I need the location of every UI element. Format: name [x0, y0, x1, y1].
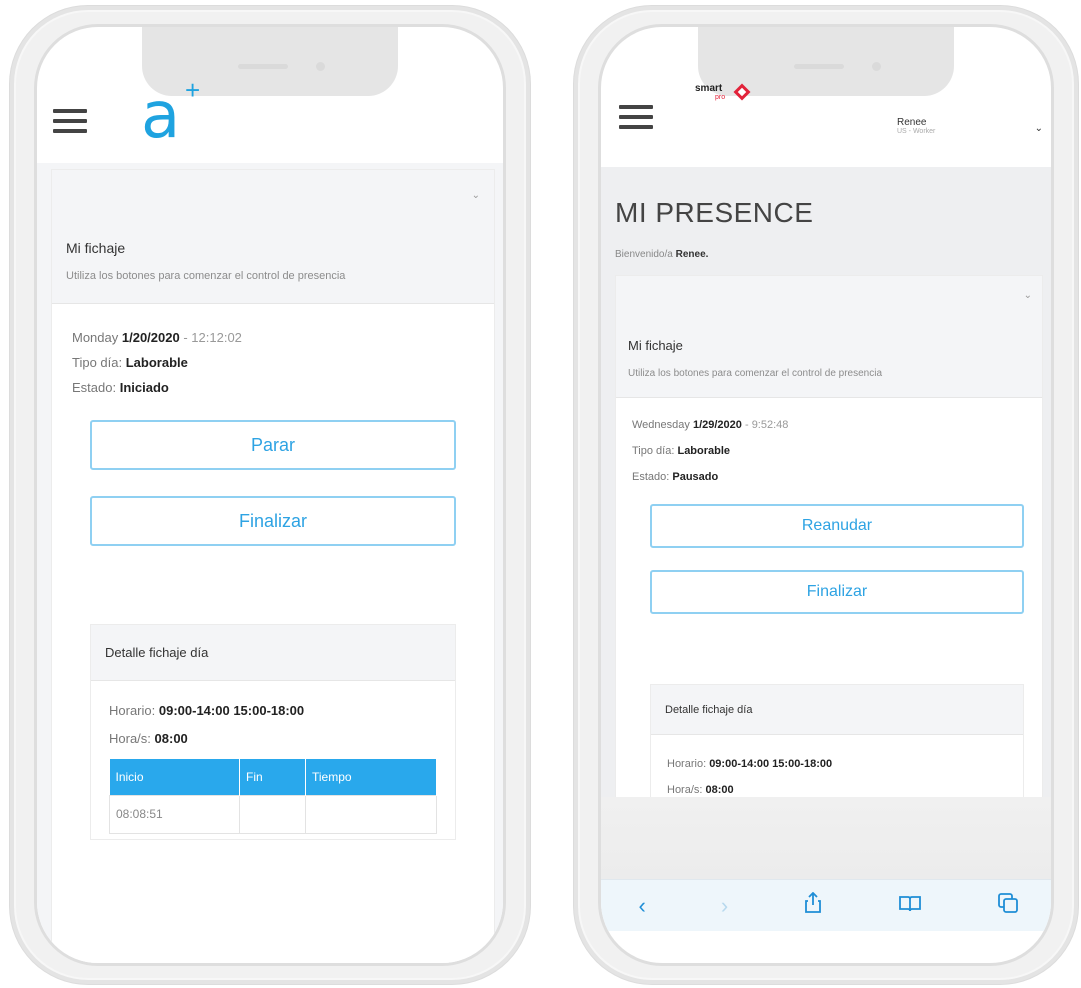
card-subtitle: Utiliza los botones para comenzar el con… — [66, 270, 346, 282]
date-value: 1/29/2020 — [692, 419, 742, 431]
table-row: 08:08:51 — [109, 794, 437, 834]
horario-value: 09:00-14:00 15:00-18:00 — [158, 703, 305, 718]
welcome-text: Bienvenido/a — [615, 249, 673, 260]
fichaje-card-header: ⌄ Mi fichaje Utiliza los botones para co… — [52, 170, 494, 304]
brand-mark-icon — [733, 83, 751, 101]
safari-toolbar: ‹ › — [601, 879, 1051, 931]
card-title: Mi fichaje — [66, 240, 126, 256]
estado-line: Estado: Pausado — [632, 464, 788, 490]
horas-value: 08:00 — [705, 784, 734, 796]
logo-plus: + — [185, 75, 201, 105]
welcome-name: Renee. — [675, 249, 709, 260]
detail-info: Horario: 09:00-14:00 15:00-18:00 Hora/s:… — [109, 697, 304, 753]
horario-value: 09:00-14:00 15:00-18:00 — [709, 758, 833, 770]
horario-line: Horario: 09:00-14:00 15:00-18:00 — [667, 751, 832, 777]
table-cell — [239, 794, 306, 834]
table-header-fin: Fin — [239, 759, 306, 795]
fichaje-card: ⌄ Mi fichaje Utiliza los botones para co… — [51, 169, 495, 963]
day-name: Monday — [72, 330, 119, 345]
user-role: US - Worker — [897, 128, 936, 135]
table-cell — [305, 794, 437, 834]
brand-logo: smart pro — [695, 83, 765, 113]
camera — [872, 62, 881, 71]
time-value: 9:52:48 — [751, 419, 789, 431]
tipo-label: Tipo día: — [72, 355, 123, 370]
stop-button[interactable]: Parar — [90, 420, 456, 470]
horas-label: Hora/s: — [667, 784, 703, 796]
finish-button[interactable]: Finalizar — [90, 496, 456, 546]
horario-label: Horario: — [109, 703, 156, 718]
detail-title: Detalle fichaje día — [651, 685, 1023, 735]
estado-line: Estado: Iniciado — [72, 375, 242, 400]
share-icon[interactable] — [803, 891, 823, 920]
time-value: 12:12:02 — [191, 330, 242, 345]
user-name: Renee — [897, 117, 927, 128]
chevron-down-icon[interactable]: ⌄ — [1035, 123, 1043, 134]
horario-label: Horario: — [667, 758, 707, 770]
table-cell: 08:08:51 — [109, 794, 240, 834]
horas-value: 08:00 — [154, 731, 188, 746]
detail-card: Detalle fichaje día Horario: 09:00-14:00… — [90, 624, 456, 840]
speaker — [238, 64, 288, 69]
estado-value: Pausado — [672, 471, 719, 483]
detail-title: Detalle fichaje día — [91, 625, 455, 681]
date-line: Wednesday 1/29/2020 - 9:52:48 — [632, 419, 789, 431]
card-subtitle: Utiliza los botones para comenzar el con… — [628, 368, 883, 379]
user-menu[interactable]: Renee US - Worker ⌄ — [897, 117, 1047, 153]
left-phone-frame: a + ⌄ Mi fichaje Utiliza los botones par… — [10, 6, 530, 984]
date-value: 1/20/2020 — [121, 330, 180, 345]
horario-line: Horario: 09:00-14:00 15:00-18:00 — [109, 697, 304, 725]
finish-button[interactable]: Finalizar — [650, 570, 1024, 614]
page-title: MI PRESENCE — [615, 197, 814, 228]
estado-label: Estado: — [632, 471, 670, 483]
resume-button[interactable]: Reanudar — [650, 504, 1024, 548]
forward-icon[interactable]: › — [721, 893, 728, 919]
brand-sub: pro — [715, 94, 726, 101]
tipo-value: Laborable — [125, 355, 188, 370]
status-info: Monday 1/20/2020 - 12:12:02 Tipo día: La… — [72, 325, 242, 400]
camera — [316, 62, 325, 71]
app-logo: a + — [141, 75, 221, 159]
table-header-inicio: Inicio — [109, 759, 240, 795]
brand-text: smart — [695, 83, 723, 94]
tipo-value: Laborable — [677, 445, 731, 457]
estado-value: Iniciado — [119, 380, 169, 395]
back-icon[interactable]: ‹ — [639, 893, 646, 919]
fichaje-table: Inicio Fin Tiempo 08:08:51 — [109, 759, 437, 834]
tipo-line: Tipo día: Laborable — [72, 350, 242, 375]
status-info: Wednesday 1/29/2020 - 9:52:48 Tipo día: … — [632, 412, 788, 490]
fichaje-card-header: ⌄ Mi fichaje Utiliza los botones para co… — [616, 276, 1042, 398]
card-title: Mi fichaje — [628, 338, 683, 353]
date-line: Monday 1/20/2020 - 12:12:02 — [72, 330, 242, 345]
collapse-caret-icon[interactable]: ⌄ — [472, 190, 480, 201]
day-name: Wednesday — [632, 419, 690, 431]
left-phone-screen: a + ⌄ Mi fichaje Utiliza los botones par… — [34, 24, 506, 966]
estado-label: Estado: — [72, 380, 117, 395]
horas-line: Hora/s: 08:00 — [109, 725, 304, 753]
scroll-fade — [601, 797, 1051, 881]
right-phone-frame: smart pro Renee US - Worker ⌄ MI PRESENC… — [574, 6, 1078, 984]
right-phone-screen: smart pro Renee US - Worker ⌄ MI PRESENC… — [598, 24, 1054, 966]
horas-label: Hora/s: — [109, 731, 151, 746]
menu-icon[interactable] — [53, 109, 87, 133]
table-header-tiempo: Tiempo — [305, 759, 437, 795]
collapse-caret-icon[interactable]: ⌄ — [1024, 290, 1032, 301]
tabs-icon[interactable] — [997, 892, 1019, 920]
bookmarks-icon[interactable] — [898, 893, 922, 919]
speaker — [794, 64, 844, 69]
menu-icon[interactable] — [619, 105, 653, 129]
tipo-label: Tipo día: — [632, 445, 675, 457]
fichaje-card: ⌄ Mi fichaje Utiliza los botones para co… — [615, 275, 1043, 828]
tipo-line: Tipo día: Laborable — [632, 438, 788, 464]
detail-info: Horario: 09:00-14:00 15:00-18:00 Hora/s:… — [667, 751, 832, 803]
logo-letter: a — [141, 79, 181, 153]
welcome-line: Bienvenido/a Renee. — [615, 249, 708, 260]
